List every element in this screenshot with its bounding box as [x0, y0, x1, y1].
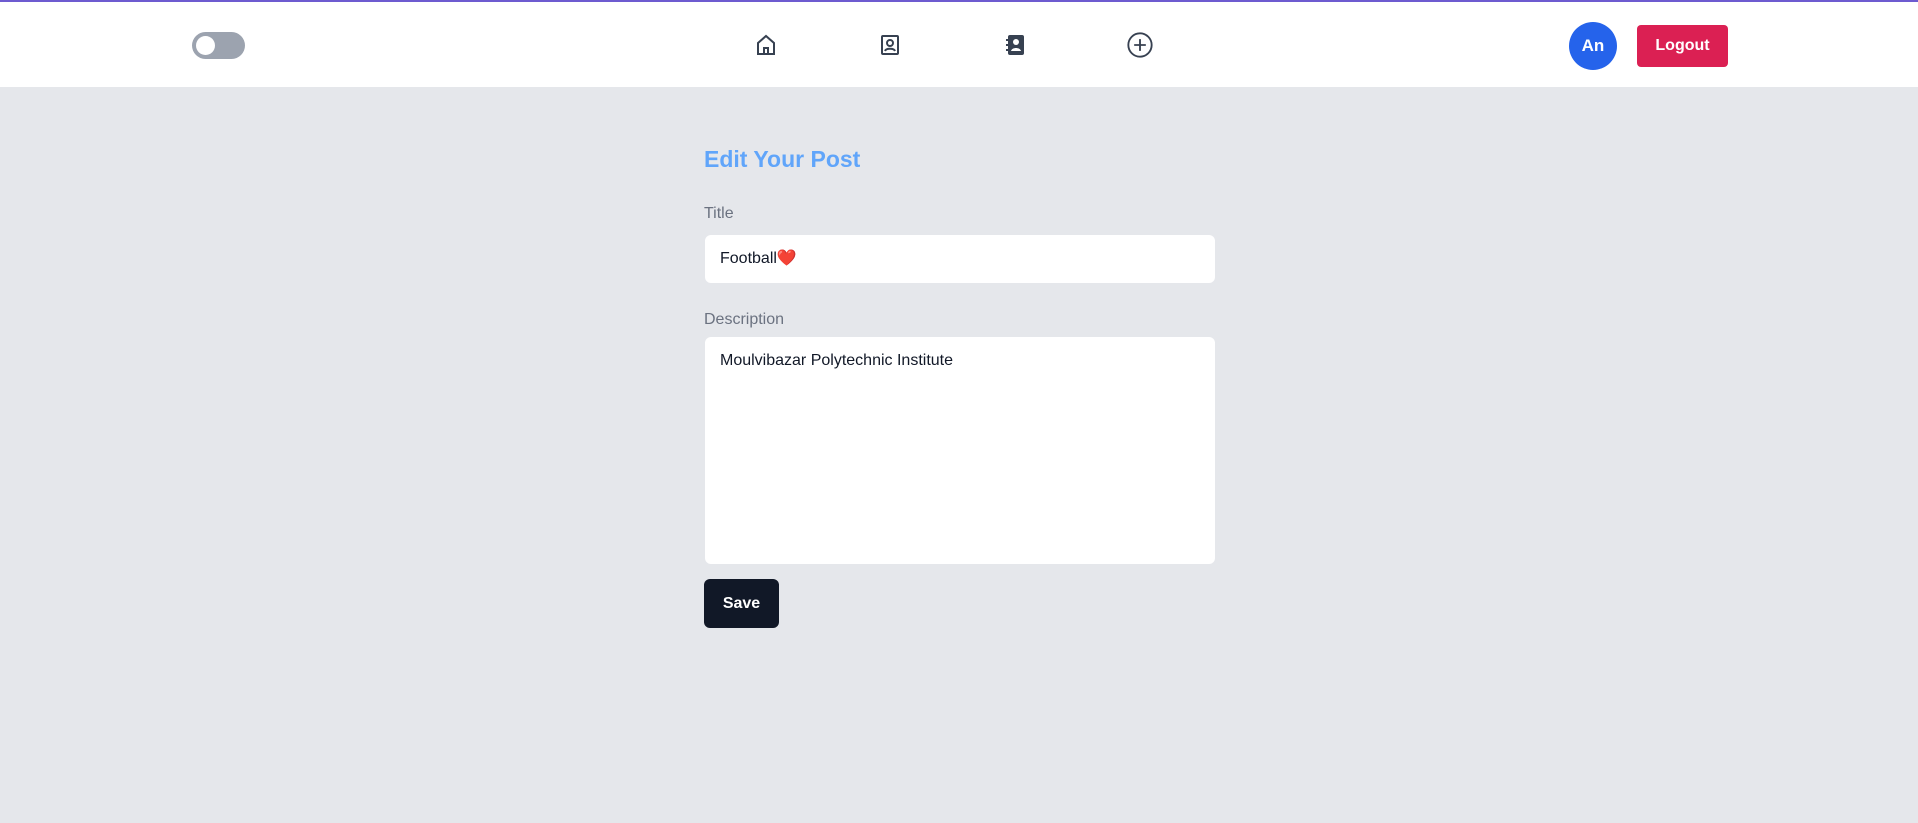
avatar[interactable]: An	[1569, 22, 1617, 70]
theme-toggle[interactable]	[192, 32, 245, 59]
page-title: Edit Your Post	[704, 146, 861, 172]
profile-icon[interactable]	[875, 30, 905, 60]
save-button[interactable]: Save	[704, 579, 779, 628]
description-label: Description	[704, 311, 785, 328]
add-post-icon[interactable]	[1125, 30, 1155, 60]
home-icon[interactable]	[751, 30, 781, 60]
contacts-book-icon[interactable]	[1000, 30, 1030, 60]
description-textarea[interactable]: Moulvibazar Polytechnic Institute	[705, 337, 1215, 564]
title-input[interactable]: Football❤️	[705, 235, 1215, 283]
toggle-knob	[196, 36, 215, 55]
title-label: Title	[704, 205, 734, 222]
logout-button[interactable]: Logout	[1637, 25, 1728, 67]
navbar: An Logout	[0, 0, 1918, 87]
